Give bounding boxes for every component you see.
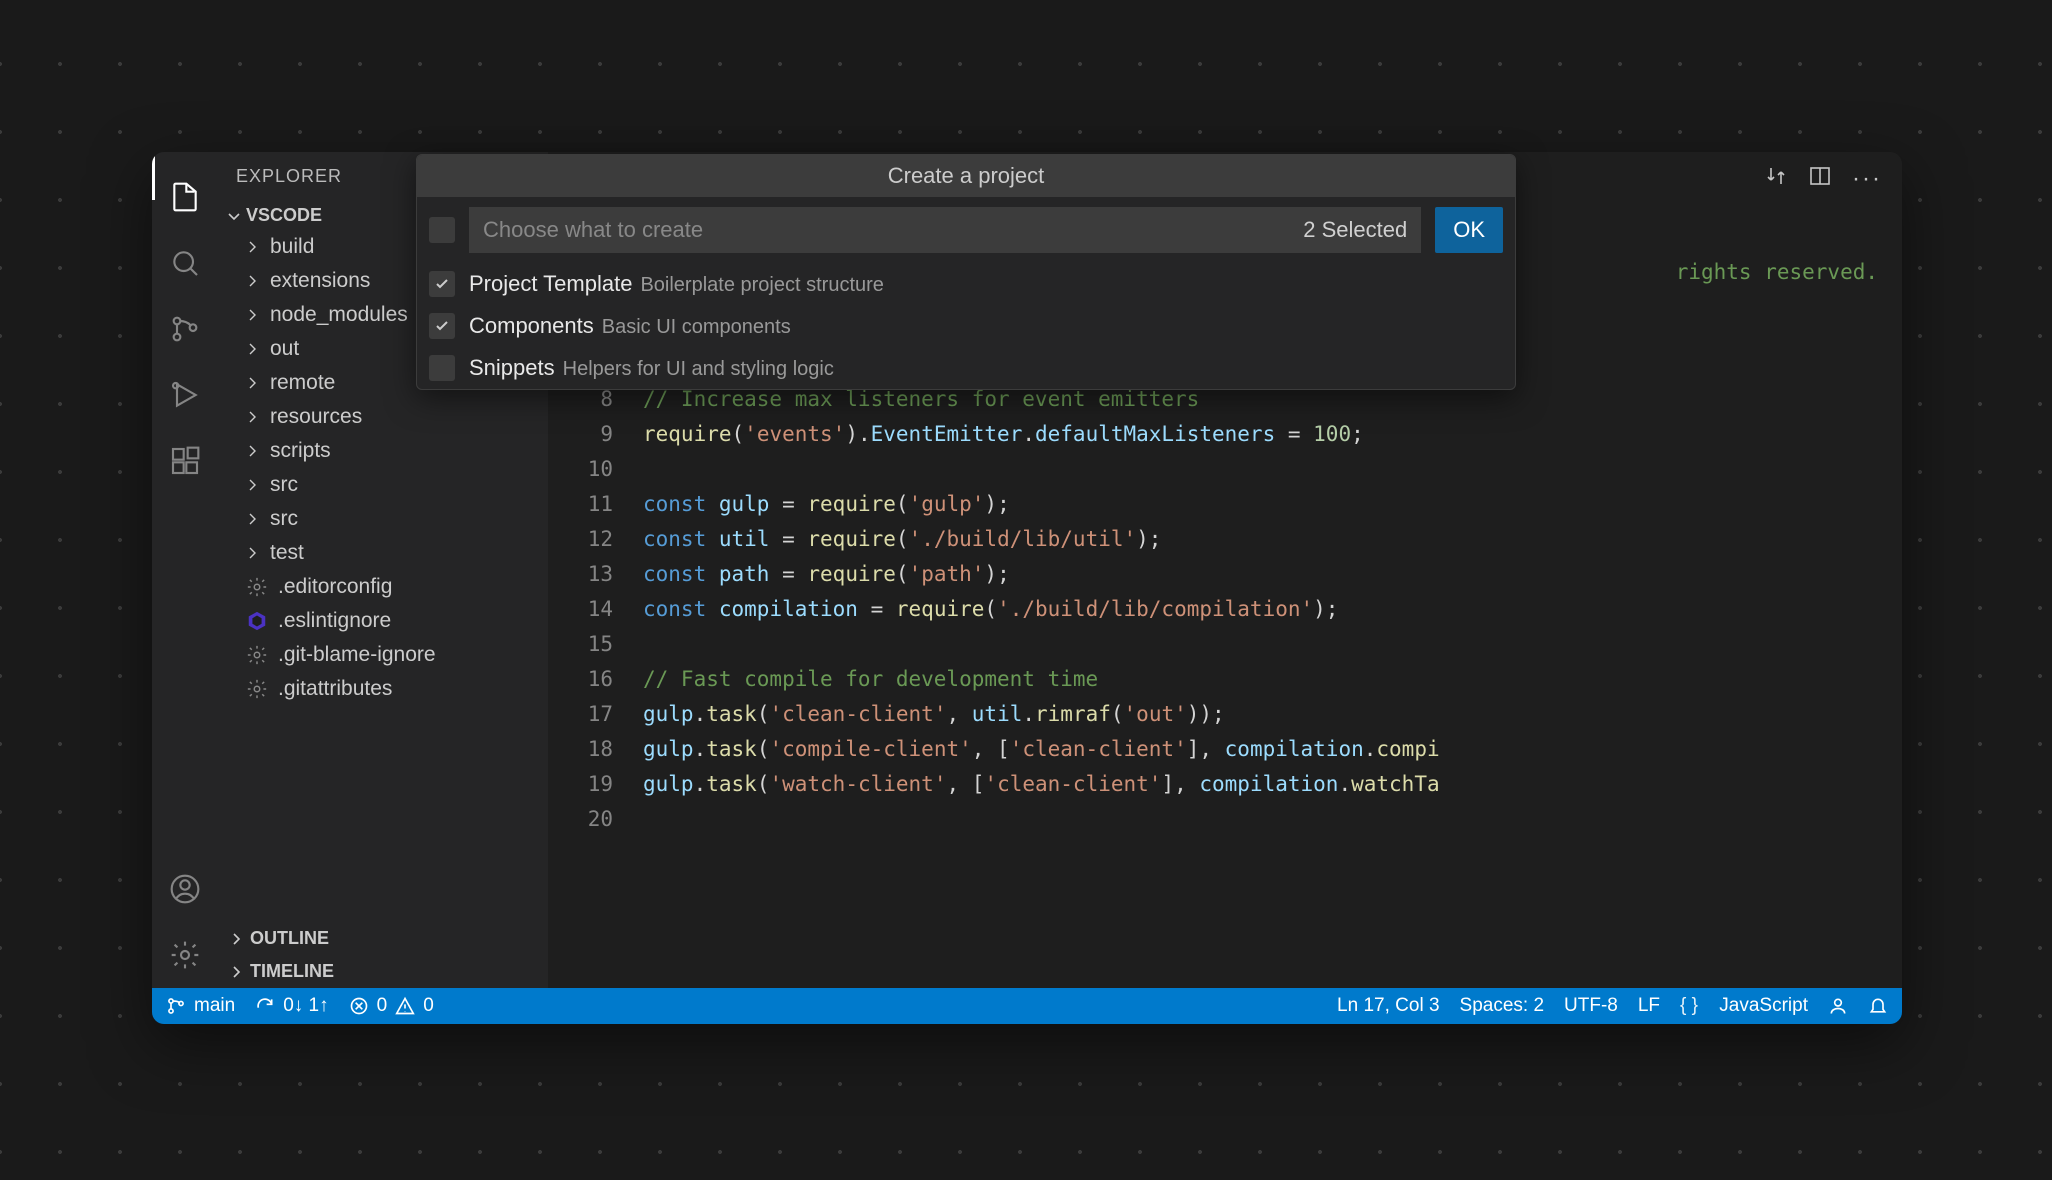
- gear-icon: [246, 644, 268, 666]
- account-icon[interactable]: [152, 856, 218, 922]
- line-number: 20: [548, 802, 643, 837]
- tree-file[interactable]: .git-blame-ignore: [218, 638, 548, 672]
- outline-section[interactable]: OUTLINE: [218, 922, 548, 955]
- partial-comment: rights reserved.: [1676, 260, 1878, 284]
- source-control-icon[interactable]: [152, 296, 218, 362]
- item-checkbox[interactable]: [429, 271, 455, 297]
- chevron-right-icon: [244, 545, 260, 561]
- chevron-right-icon: [244, 511, 260, 527]
- quickpick-title: Create a project: [417, 155, 1515, 197]
- code-content: require('events').EventEmitter.defaultMa…: [643, 417, 1902, 452]
- code-content: gulp.task('watch-client', ['clean-client…: [643, 767, 1902, 802]
- feedback-icon[interactable]: [1828, 996, 1848, 1016]
- tree-folder[interactable]: src: [218, 468, 548, 502]
- tree-file[interactable]: .eslintignore: [218, 604, 548, 638]
- sync-status[interactable]: 0↓ 1↑: [255, 995, 328, 1017]
- code-content: const gulp = require('gulp');: [643, 487, 1902, 522]
- code-content: const util = require('./build/lib/util')…: [643, 522, 1902, 557]
- active-tab-indicator: [152, 152, 155, 200]
- chevron-right-icon: [244, 239, 260, 255]
- item-description: Helpers for UI and styling logic: [563, 358, 834, 380]
- chevron-right-icon: [228, 964, 244, 980]
- chevron-right-icon: [244, 409, 260, 425]
- item-checkbox[interactable]: [429, 313, 455, 339]
- tree-folder[interactable]: test: [218, 536, 548, 570]
- quickpick-item[interactable]: Project Template Boilerplate project stru…: [417, 263, 1515, 305]
- gear-icon: [246, 678, 268, 700]
- ok-button[interactable]: OK: [1435, 207, 1503, 253]
- code-content: const compilation = require('./build/lib…: [643, 592, 1902, 627]
- tree-files: .editorconfig.eslintignore.git-blame-ign…: [218, 570, 548, 706]
- timeline-section[interactable]: TIMELINE: [218, 955, 548, 988]
- code-content: const path = require('path');: [643, 557, 1902, 592]
- git-branch[interactable]: main: [166, 995, 235, 1017]
- editor-actions: ···: [1764, 164, 1882, 193]
- code-content: [643, 452, 1902, 487]
- tree-folder[interactable]: resources: [218, 400, 548, 434]
- chevron-right-icon: [244, 443, 260, 459]
- run-debug-icon[interactable]: [152, 362, 218, 428]
- line-number: 17: [548, 697, 643, 732]
- line-number: 11: [548, 487, 643, 522]
- quickpick-input[interactable]: Choose what to create 2 Selected: [469, 207, 1421, 253]
- indentation[interactable]: Spaces: 2: [1460, 995, 1545, 1017]
- eslint-icon: [246, 610, 268, 632]
- line-number: 19: [548, 767, 643, 802]
- tree-file[interactable]: .editorconfig: [218, 570, 548, 604]
- code-content: [643, 802, 1902, 837]
- quickpick-item[interactable]: Components Basic UI components: [417, 305, 1515, 347]
- search-icon[interactable]: [152, 230, 218, 296]
- code-content: // Fast compile for development time: [643, 662, 1902, 697]
- chevron-right-icon: [244, 375, 260, 391]
- compare-changes-icon[interactable]: [1764, 164, 1788, 193]
- activity-bar: [152, 152, 218, 988]
- line-number: 16: [548, 662, 643, 697]
- cursor-position[interactable]: Ln 17, Col 3: [1337, 995, 1439, 1017]
- extensions-icon[interactable]: [152, 428, 218, 494]
- eol[interactable]: LF: [1638, 995, 1660, 1017]
- chevron-right-icon: [228, 931, 244, 947]
- tree-folder[interactable]: src: [218, 502, 548, 536]
- line-number: 15: [548, 627, 643, 662]
- item-label: Components: [469, 313, 594, 338]
- item-label: Project Template: [469, 271, 632, 296]
- split-editor-icon[interactable]: [1808, 164, 1832, 193]
- line-number: 10: [548, 452, 643, 487]
- line-number: 18: [548, 732, 643, 767]
- item-checkbox[interactable]: [429, 355, 455, 381]
- chevron-right-icon: [244, 477, 260, 493]
- chevron-right-icon: [244, 307, 260, 323]
- line-number: 9: [548, 417, 643, 452]
- more-actions-icon[interactable]: ···: [1852, 165, 1882, 193]
- chevron-right-icon: [244, 273, 260, 289]
- language-mode[interactable]: { } JavaScript: [1680, 995, 1808, 1017]
- explorer-icon[interactable]: [152, 164, 218, 230]
- select-all-checkbox[interactable]: [429, 217, 455, 243]
- item-label: Snippets: [469, 355, 555, 380]
- code-content: gulp.task('clean-client', util.rimraf('o…: [643, 697, 1902, 732]
- status-bar: main 0↓ 1↑ 0 0 Ln 17, Col 3 Spaces: 2 UT…: [152, 988, 1902, 1024]
- settings-gear-icon[interactable]: [152, 922, 218, 988]
- line-number: 14: [548, 592, 643, 627]
- quickpick-dialog: Create a project Choose what to create 2…: [416, 154, 1516, 390]
- chevron-right-icon: [244, 341, 260, 357]
- line-number: 13: [548, 557, 643, 592]
- chevron-down-icon: [226, 208, 242, 224]
- encoding[interactable]: UTF-8: [1564, 995, 1618, 1017]
- line-number: 12: [548, 522, 643, 557]
- tree-file[interactable]: .gitattributes: [218, 672, 548, 706]
- item-description: Boilerplate project structure: [640, 274, 883, 296]
- errors-warnings[interactable]: 0 0: [349, 995, 434, 1017]
- quickpick-item[interactable]: Snippets Helpers for UI and styling logic: [417, 347, 1515, 389]
- code-content: [643, 627, 1902, 662]
- notifications-icon[interactable]: [1868, 996, 1888, 1016]
- item-description: Basic UI components: [602, 316, 791, 338]
- gear-icon: [246, 576, 268, 598]
- code-content: gulp.task('compile-client', ['clean-clie…: [643, 732, 1902, 767]
- tree-folder[interactable]: scripts: [218, 434, 548, 468]
